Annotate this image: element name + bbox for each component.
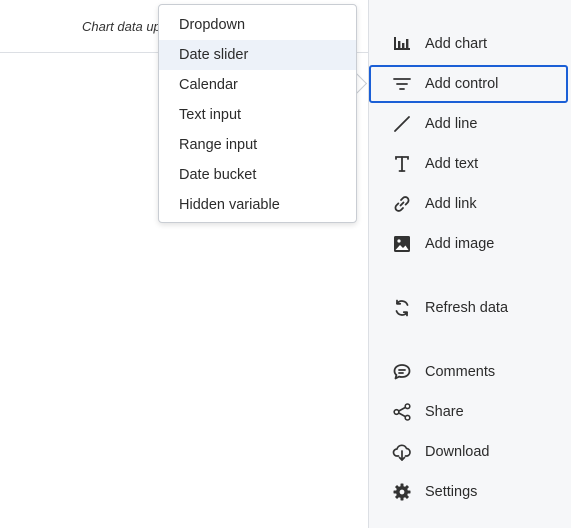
bar-chart-icon [391,33,413,55]
sidebar-item-label: Add control [425,76,499,92]
sidebar-item-label: Add image [425,236,495,252]
download-cloud-icon [391,441,413,463]
sidebar-item-download[interactable]: Download [369,433,568,471]
menu-item-range-input[interactable]: Range input [159,130,356,160]
menu-item-text-input[interactable]: Text input [159,100,356,130]
sidebar-item-refresh-data[interactable]: Refresh data [369,289,568,327]
share-icon [391,401,413,423]
menu-item-calendar[interactable]: Calendar [159,70,356,100]
sidebar-item-comments[interactable]: Comments [369,353,568,391]
text-icon [391,153,413,175]
sidebar-item-label: Add line [425,116,478,132]
sidebar-item-add-text[interactable]: Add text [369,145,568,183]
sidebar-item-add-line[interactable]: Add line [369,105,568,143]
sidebar-item-label: Add link [425,196,477,212]
sidebar-item-label: Share [425,404,464,420]
sidebar-item-label: Download [425,444,490,460]
sidebar-item-label: Add text [425,156,479,172]
sidebar-item-add-image[interactable]: Add image [369,225,568,263]
sidebar-item-label: Add chart [425,36,488,52]
menu-item-date-slider[interactable]: Date slider [159,40,356,70]
sidebar-item-add-chart[interactable]: Add chart [369,25,568,63]
filter-icon [391,73,413,95]
link-icon [391,193,413,215]
sidebar-item-label: Settings [425,484,478,500]
line-icon [391,113,413,135]
sidebar-item-share[interactable]: Share [369,393,568,431]
sidebar-item-add-link[interactable]: Add link [369,185,568,223]
chart-data-status: Chart data up [82,19,161,34]
comment-icon [391,361,413,383]
gear-icon [391,481,413,503]
menu-item-dropdown[interactable]: Dropdown [159,10,356,40]
menu-item-hidden-variable[interactable]: Hidden variable [159,190,356,220]
menu-item-date-bucket[interactable]: Date bucket [159,160,356,190]
image-icon [391,233,413,255]
sidebar-item-label: Comments [425,364,496,380]
sidebar-item-add-control[interactable]: Add control [369,65,568,103]
add-control-menu: Dropdown Date slider Calendar Text input… [158,4,357,223]
sidebar: Add chart Add control Add line Add text … [368,0,571,528]
sidebar-item-settings[interactable]: Settings [369,473,568,511]
sidebar-item-label: Refresh data [425,300,509,316]
refresh-icon [391,297,413,319]
